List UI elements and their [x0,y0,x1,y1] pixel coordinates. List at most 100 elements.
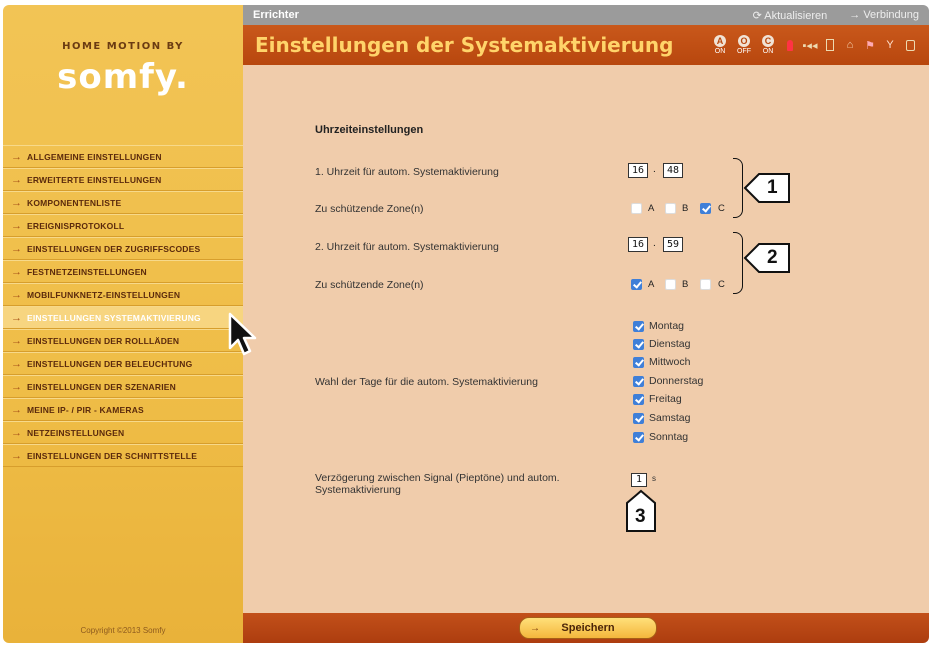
day-wednesday[interactable]: Mittwoch [633,354,690,370]
zones2-a-checkbox[interactable] [631,279,642,290]
day-sunday[interactable]: Sonntag [633,429,688,445]
refresh-link[interactable]: ⟳ Aktualisieren [753,9,828,22]
time1-label: 1. Uhrzeit für autom. Systemaktivierung [315,166,499,178]
page-title: Einstellungen der Systemaktivierung [255,33,674,57]
arrow-right-icon: → [849,9,864,21]
status-icons: A ON O OFF C ON ▪◂◂ ⌂ ⚑ Y [711,34,917,56]
zone-a-label: A [648,279,655,290]
zones2-b-checkbox[interactable] [665,279,676,290]
flag-icon: ⚑ [865,39,875,52]
callout-number: 1 [767,177,778,198]
callout-number: 3 [635,506,646,527]
day-monday[interactable]: Montag [633,318,684,334]
top-bar: Errichter ⟳ Aktualisieren → Verbindung [243,5,929,25]
sidebar-item-schnittstelle[interactable]: → EINSTELLUNGEN DER SCHNITTSTELLE [3,444,243,467]
day-checkbox[interactable] [633,338,644,350]
settings-panel: Uhrzeiteinstellungen 1. Uhrzeit für auto… [243,65,929,613]
zone-a-label: A [648,203,655,214]
sidebar-item-ereignisprotokoll[interactable]: → EREIGNISPROTOKOLL [3,214,243,237]
day-checkbox[interactable] [633,431,644,443]
day-checkbox[interactable] [633,356,644,368]
sidebar-item-allgemeine-einstellungen[interactable]: → ALLGEMEINE EINSTELLUNGEN [3,145,243,168]
day-checkbox[interactable] [633,375,644,387]
connection-label: Verbindung [863,9,919,21]
sidebar-item-erweiterte-einstellungen[interactable]: → ERWEITERTE EINSTELLUNGEN [3,168,243,191]
footer-bar: → Speichern [243,613,929,643]
days-label: Wahl der Tage für die autom. Systemaktiv… [315,376,538,388]
mode-c-label: ON [762,47,774,55]
save-button[interactable]: → Speichern [519,617,657,639]
sidebar-item-label: FESTNETZEINSTELLUNGEN [27,266,147,277]
time-separator: . [653,238,656,249]
signal-icon: ▪◂◂ [802,39,818,52]
sidebar-item-beleuchtung[interactable]: → EINSTELLUNGEN DER BELEUCHTUNG [3,352,243,375]
sidebar: HOME MOTION BY somfy. → ALLGEMEINE EINSTE… [3,5,243,643]
somfy-logo: somfy. [57,57,189,97]
zones1-c-checkbox[interactable] [700,203,711,214]
sidebar-item-festnetz[interactable]: → FESTNETZEINSTELLUNGEN [3,260,243,283]
zone-c-label: C [718,279,725,290]
day-checkbox[interactable] [633,393,644,405]
sidebar-item-label: EINSTELLUNGEN DER ROLLLÄDEN [27,335,180,346]
battery-icon [903,37,917,53]
time-separator: . [653,164,656,175]
sidebar-item-mobilfunknetz[interactable]: → MOBILFUNKNETZ-EINSTELLUNGEN [3,283,243,306]
day-saturday[interactable]: Samstag [633,410,690,426]
day-checkbox[interactable] [633,412,644,424]
zone-c-label: C [718,203,725,214]
time2-label: 2. Uhrzeit für autom. Systemaktivierung [315,241,499,253]
zones1-label: Zu schützende Zone(n) [315,203,424,215]
group-brace [733,232,743,294]
day-tuesday[interactable]: Dienstag [633,336,690,352]
mode-off-label: OFF [737,47,751,55]
sidebar-item-zugriffscodes[interactable]: → EINSTELLUNGEN DER ZUGRIFFSCODES [3,237,243,260]
delay-unit: s [652,474,656,483]
time2-hour-input[interactable]: 16 [628,237,648,252]
lamp-icon [783,37,797,53]
sidebar-item-szenarien[interactable]: → EINSTELLUNGEN DER SZENARIEN [3,375,243,398]
mode-c-on-button[interactable]: C ON [759,34,777,56]
zones2-c-checkbox[interactable] [700,279,711,290]
arrow-right-icon: → [11,311,22,324]
callout-3: 3 [623,489,659,533]
user-role-title: Errichter [253,9,299,21]
day-checkbox[interactable] [633,320,644,332]
sidebar-item-netzeinstellungen[interactable]: → NETZEINSTELLUNGEN [3,421,243,444]
sidebar-item-systemaktivierung[interactable]: → EINSTELLUNGEN SYSTEMAKTIVIERUNG [3,306,243,329]
zones1-a-checkbox[interactable] [631,203,642,214]
arrow-right-icon: → [11,380,22,393]
time1-minute-input[interactable]: 48 [663,163,683,178]
arrow-right-icon: → [11,219,22,232]
house-icon: ⌂ [846,39,854,51]
arrow-right-icon: → [11,173,22,186]
time1-hour-input[interactable]: 16 [628,163,648,178]
zone-b-label: B [682,203,689,214]
mode-a-symbol: A [714,34,726,47]
delay-input[interactable]: 1 [631,473,647,487]
delay-label: Verzögerung zwischen Signal (Pieptöne) u… [315,472,560,496]
sidebar-nav: → ALLGEMEINE EINSTELLUNGEN → ERWEITERTE EI… [3,145,243,467]
callout-2: 2 [743,241,793,275]
refresh-icon: ⟳ [752,9,765,22]
mode-a-on-button[interactable]: A ON [711,34,729,56]
day-thursday[interactable]: Donnerstag [633,373,703,389]
connection-link[interactable]: → Verbindung [849,9,919,21]
mode-a-label: ON [714,47,726,55]
sidebar-item-label: MOBILFUNKNETZ-EINSTELLUNGEN [27,289,181,300]
zones2-label: Zu schützende Zone(n) [315,279,424,291]
arrow-right-icon: → [11,449,22,462]
callout-number: 2 [767,247,778,268]
sidebar-item-kameras[interactable]: → MEINE IP- / PIR - KAMERAS [3,398,243,421]
mode-off-button[interactable]: O OFF [735,34,753,56]
arrow-right-icon: → [530,622,540,634]
mouse-pointer-icon [228,312,258,363]
sidebar-item-label: ERWEITERTE EINSTELLUNGEN [27,174,162,185]
zones1-b-checkbox[interactable] [665,203,676,214]
time2-minute-input[interactable]: 59 [663,237,683,252]
sidebar-item-rolllaeden[interactable]: → EINSTELLUNGEN DER ROLLLÄDEN [3,329,243,352]
day-friday[interactable]: Freitag [633,391,682,407]
arrow-right-icon: → [11,242,22,255]
day-label: Montag [649,320,685,332]
sidebar-item-komponentenliste[interactable]: → KOMPONENTENLISTE [3,191,243,214]
title-bar: Einstellungen der Systemaktivierung A ON … [243,25,929,65]
